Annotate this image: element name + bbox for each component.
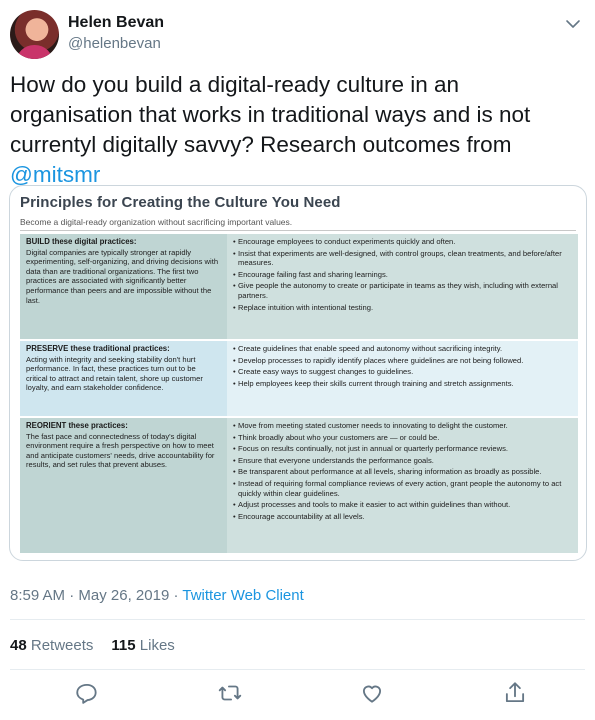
tweet-stats: 48 Retweets 115 Likes (10, 637, 175, 654)
section-build-bullets: Encourage employees to conduct experimen… (227, 234, 578, 339)
tweet-body: How do you build a digital-ready culture… (10, 72, 531, 157)
user-name[interactable]: Helen Bevan (68, 14, 164, 32)
section-preserve-text: Acting with integrity and seeking stabil… (26, 354, 203, 393)
list-item: Focus on results continually, not just i… (233, 444, 572, 454)
tweet-client-link[interactable]: Twitter Web Client (182, 587, 303, 604)
list-item: Create easy ways to suggest changes to g… (233, 367, 572, 377)
mention-link[interactable]: @mitsmr (10, 162, 100, 187)
list-item: Encourage failing fast and sharing learn… (233, 270, 572, 280)
list-item: Encourage employees to conduct experimen… (233, 237, 572, 247)
list-item: Replace intuition with intentional testi… (233, 303, 572, 313)
list-item: Instead of requiring formal compliance r… (233, 479, 572, 498)
tweet-time[interactable]: 8:59 AM (10, 587, 65, 604)
divider (10, 619, 585, 620)
section-build: BUILD these digital practices: Digital c… (20, 234, 578, 339)
separator: · (65, 587, 79, 604)
section-reorient: REORIENT these practices: The fast pace … (20, 418, 578, 553)
retweets-label: Retweets (30, 637, 94, 654)
retweets-stat[interactable]: 48 Retweets (10, 637, 93, 654)
attached-image[interactable]: Principles for Creating the Culture You … (9, 185, 587, 561)
user-handle[interactable]: @helenbevan (68, 35, 161, 52)
tweet-actions (10, 680, 585, 710)
card-title: Principles for Creating the Culture You … (20, 194, 341, 211)
list-item: Ensure that everyone understands the per… (233, 456, 572, 466)
list-item: Encourage accountability at all levels. (233, 512, 572, 522)
list-item: Adjust processes and tools to make it ea… (233, 500, 572, 510)
retweets-count: 48 (10, 637, 27, 654)
list-item: Think broadly about who your customers a… (233, 433, 572, 443)
tweet-header: Helen Bevan @helenbevan (10, 10, 585, 60)
divider (10, 669, 585, 670)
list-item: Be transparent about performance at all … (233, 467, 572, 477)
list-item: Create guidelines that enable speed and … (233, 344, 572, 354)
tweet-date[interactable]: May 26, 2019 (78, 587, 169, 604)
divider (20, 230, 576, 231)
section-build-title: BUILD these digital practices: (26, 237, 137, 246)
section-preserve-bullets: Create guidelines that enable speed and … (227, 341, 578, 416)
retweet-icon[interactable] (217, 680, 243, 706)
section-preserve-description: PRESERVE these traditional practices: Ac… (20, 341, 225, 416)
section-reorient-text: The fast pace and connectedness of today… (26, 431, 215, 470)
section-reorient-description: REORIENT these practices: The fast pace … (20, 418, 225, 553)
tweet-text: How do you build a digital-ready culture… (10, 70, 585, 190)
chevron-down-icon[interactable] (563, 14, 583, 34)
heart-icon[interactable] (359, 680, 385, 706)
share-icon[interactable] (502, 680, 528, 706)
tweet-timestamp: 8:59 AM · May 26, 2019 · Twitter Web Cli… (10, 587, 304, 604)
likes-count: 115 (111, 637, 136, 654)
list-item: Insist that experiments are well-designe… (233, 249, 572, 268)
list-item: Develop processes to rapidly identify pl… (233, 356, 572, 366)
likes-stat[interactable]: 115 Likes (111, 637, 174, 654)
separator: · (169, 587, 183, 604)
avatar[interactable] (10, 10, 59, 59)
section-build-description: BUILD these digital practices: Digital c… (20, 234, 225, 339)
reply-icon[interactable] (74, 680, 100, 706)
section-build-text: Digital companies are typically stronger… (26, 247, 219, 305)
section-reorient-bullets: Move from meeting stated customer needs … (227, 418, 578, 553)
section-preserve: PRESERVE these traditional practices: Ac… (20, 341, 578, 416)
list-item: Help employees keep their skills current… (233, 379, 572, 389)
section-reorient-title: REORIENT these practices: (26, 421, 128, 430)
card-subtitle: Become a digital-ready organization with… (20, 217, 293, 227)
section-preserve-title: PRESERVE these traditional practices: (26, 344, 170, 353)
list-item: Move from meeting stated customer needs … (233, 421, 572, 431)
likes-label: Likes (139, 637, 175, 654)
list-item: Give people the autonomy to create or pa… (233, 281, 572, 300)
